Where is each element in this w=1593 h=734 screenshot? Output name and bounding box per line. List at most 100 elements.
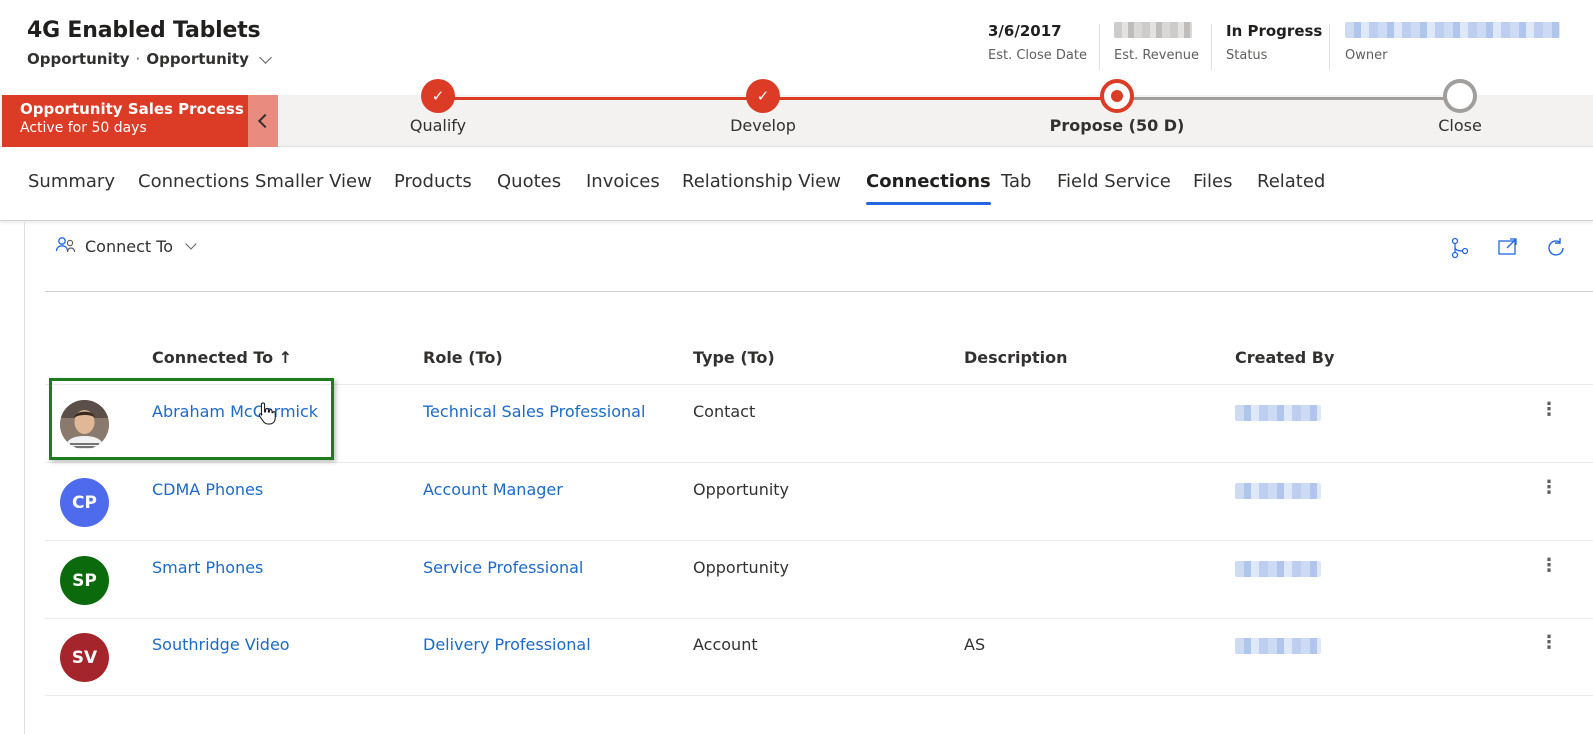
revenue-label: Est. Revenue: [1114, 48, 1199, 63]
redacted-user[interactable]: [1235, 405, 1321, 421]
more-vertical-icon[interactable]: ⋮: [1540, 477, 1558, 498]
role-link[interactable]: Account Manager: [423, 480, 563, 499]
close-date-value: 3/6/2017: [988, 22, 1062, 40]
collapse-process-button[interactable]: [248, 95, 278, 147]
process-name: Opportunity Sales Process: [20, 100, 244, 118]
stage-label: Qualify: [409, 116, 467, 135]
connect-to-button[interactable]: Connect To: [55, 236, 197, 256]
status-label: Status: [1226, 48, 1268, 63]
stage-label: Develop: [730, 116, 796, 135]
column-header-connected-to[interactable]: Connected To ↑: [152, 348, 292, 367]
header-divider: [1329, 24, 1330, 70]
tab-related[interactable]: Related: [1257, 171, 1325, 192]
header-field-revenue: Est. Revenue: [1114, 22, 1199, 63]
type-cell: Opportunity: [693, 480, 790, 499]
tab-connections-smaller-view[interactable]: Connections Smaller View: [138, 171, 372, 192]
process-duration: Active for 50 days: [20, 120, 147, 136]
chevron-left-icon: [257, 113, 273, 129]
highlight-box: [49, 378, 334, 460]
entity-name: Opportunity: [27, 50, 130, 68]
people-icon: [55, 237, 76, 253]
column-header-type[interactable]: Type (To): [693, 348, 775, 367]
role-link[interactable]: Delivery Professional: [423, 635, 591, 654]
table-row[interactable]: SP Smart Phones Service Professional Opp…: [45, 541, 1593, 619]
tab-quotes[interactable]: Quotes: [497, 171, 561, 192]
stage-label: Close: [1438, 116, 1482, 135]
role-link[interactable]: Technical Sales Professional: [423, 402, 645, 421]
connect-to-label: Connect To: [85, 236, 174, 256]
form-tabs: Summary Connections Smaller View Product…: [0, 148, 1593, 221]
connected-to-link[interactable]: Southridge Video: [152, 635, 290, 654]
process-flag[interactable]: Opportunity Sales Process Active for 50 …: [2, 95, 248, 147]
redacted-owner[interactable]: [1345, 22, 1560, 38]
check-icon: ✓: [421, 79, 455, 113]
role-link[interactable]: Service Professional: [423, 558, 583, 577]
business-process-bar: Opportunity Sales Process Active for 50 …: [0, 79, 1593, 147]
chevron-down-icon[interactable]: [259, 50, 272, 64]
active-stage-icon: [1100, 79, 1134, 113]
stage-close[interactable]: Close: [1360, 79, 1560, 135]
tab-relationship-view[interactable]: Relationship View: [682, 171, 841, 192]
header-divider: [1099, 24, 1100, 70]
column-header-role[interactable]: Role (To): [423, 348, 503, 367]
column-header-created-by[interactable]: Created By: [1235, 348, 1334, 367]
record-subtitle: Opportunity · Opportunity: [27, 50, 272, 68]
table-row[interactable]: CP CDMA Phones Account Manager Opportuni…: [45, 463, 1593, 541]
subgrid-command-bar: Connect To: [45, 224, 1593, 292]
redacted-value: [1114, 22, 1192, 38]
type-cell: Account: [693, 635, 758, 654]
header-field-owner: Owner: [1345, 22, 1560, 63]
chevron-down-icon: [185, 237, 197, 250]
type-cell: Contact: [693, 402, 756, 421]
owner-label: Owner: [1345, 48, 1388, 63]
close-date-label: Est. Close Date: [988, 48, 1087, 63]
avatar: SP: [60, 556, 109, 605]
stage-label: Propose (50 D): [1049, 116, 1185, 135]
tab-field-service[interactable]: Field Service: [1057, 171, 1171, 192]
content-border: [24, 222, 25, 734]
redacted-user[interactable]: [1235, 483, 1321, 499]
redacted-user[interactable]: [1235, 561, 1321, 577]
tab-summary[interactable]: Summary: [28, 171, 115, 192]
more-vertical-icon[interactable]: ⋮: [1540, 632, 1558, 653]
stage-qualify[interactable]: ✓ Qualify: [338, 79, 538, 135]
avatar: SV: [60, 633, 109, 682]
type-cell: Opportunity: [693, 558, 790, 577]
tab-products[interactable]: Products: [394, 171, 472, 192]
more-vertical-icon[interactable]: ⋮: [1540, 399, 1558, 420]
table-row[interactable]: SV Southridge Video Delivery Professiona…: [45, 618, 1593, 696]
record-title: 4G Enabled Tablets: [27, 18, 261, 43]
revenue-value: [1114, 22, 1199, 46]
description-cell: AS: [964, 635, 986, 654]
pending-stage-icon: [1443, 79, 1477, 113]
column-header-description[interactable]: Description: [964, 348, 1067, 367]
created-by-cell[interactable]: [1235, 483, 1321, 503]
stage-propose[interactable]: Propose (50 D): [1007, 79, 1227, 135]
refresh-icon[interactable]: [1545, 237, 1567, 259]
connected-to-link[interactable]: CDMA Phones: [152, 480, 263, 499]
tab-invoices[interactable]: Invoices: [586, 171, 660, 192]
more-vertical-icon[interactable]: ⋮: [1540, 555, 1558, 576]
hand-cursor-icon: [258, 402, 276, 425]
created-by-cell[interactable]: [1235, 561, 1321, 581]
tab-connections[interactable]: Connections: [866, 171, 991, 205]
form-selector[interactable]: Opportunity: [146, 50, 249, 68]
owner-value[interactable]: [1345, 22, 1560, 46]
redacted-user[interactable]: [1235, 638, 1321, 654]
avatar: CP: [60, 478, 109, 527]
header-divider: [1211, 24, 1212, 70]
created-by-cell[interactable]: [1235, 405, 1321, 425]
connected-to-link[interactable]: Smart Phones: [152, 558, 263, 577]
check-icon: ✓: [746, 79, 780, 113]
separator-dot: ·: [135, 50, 141, 68]
tab-tab[interactable]: Tab: [1001, 171, 1031, 192]
open-in-window-icon[interactable]: [1497, 237, 1519, 257]
stage-develop[interactable]: ✓ Develop: [663, 79, 863, 135]
header-field-close-date: 3/6/2017 Est. Close Date: [988, 22, 1087, 63]
hierarchy-icon[interactable]: [1450, 237, 1470, 259]
created-by-cell[interactable]: [1235, 638, 1321, 658]
status-value: In Progress: [1226, 22, 1323, 40]
page: 4G Enabled Tablets Opportunity · Opportu…: [0, 0, 1593, 734]
header-field-status: In Progress Status: [1226, 22, 1322, 63]
tab-files[interactable]: Files: [1193, 171, 1233, 192]
